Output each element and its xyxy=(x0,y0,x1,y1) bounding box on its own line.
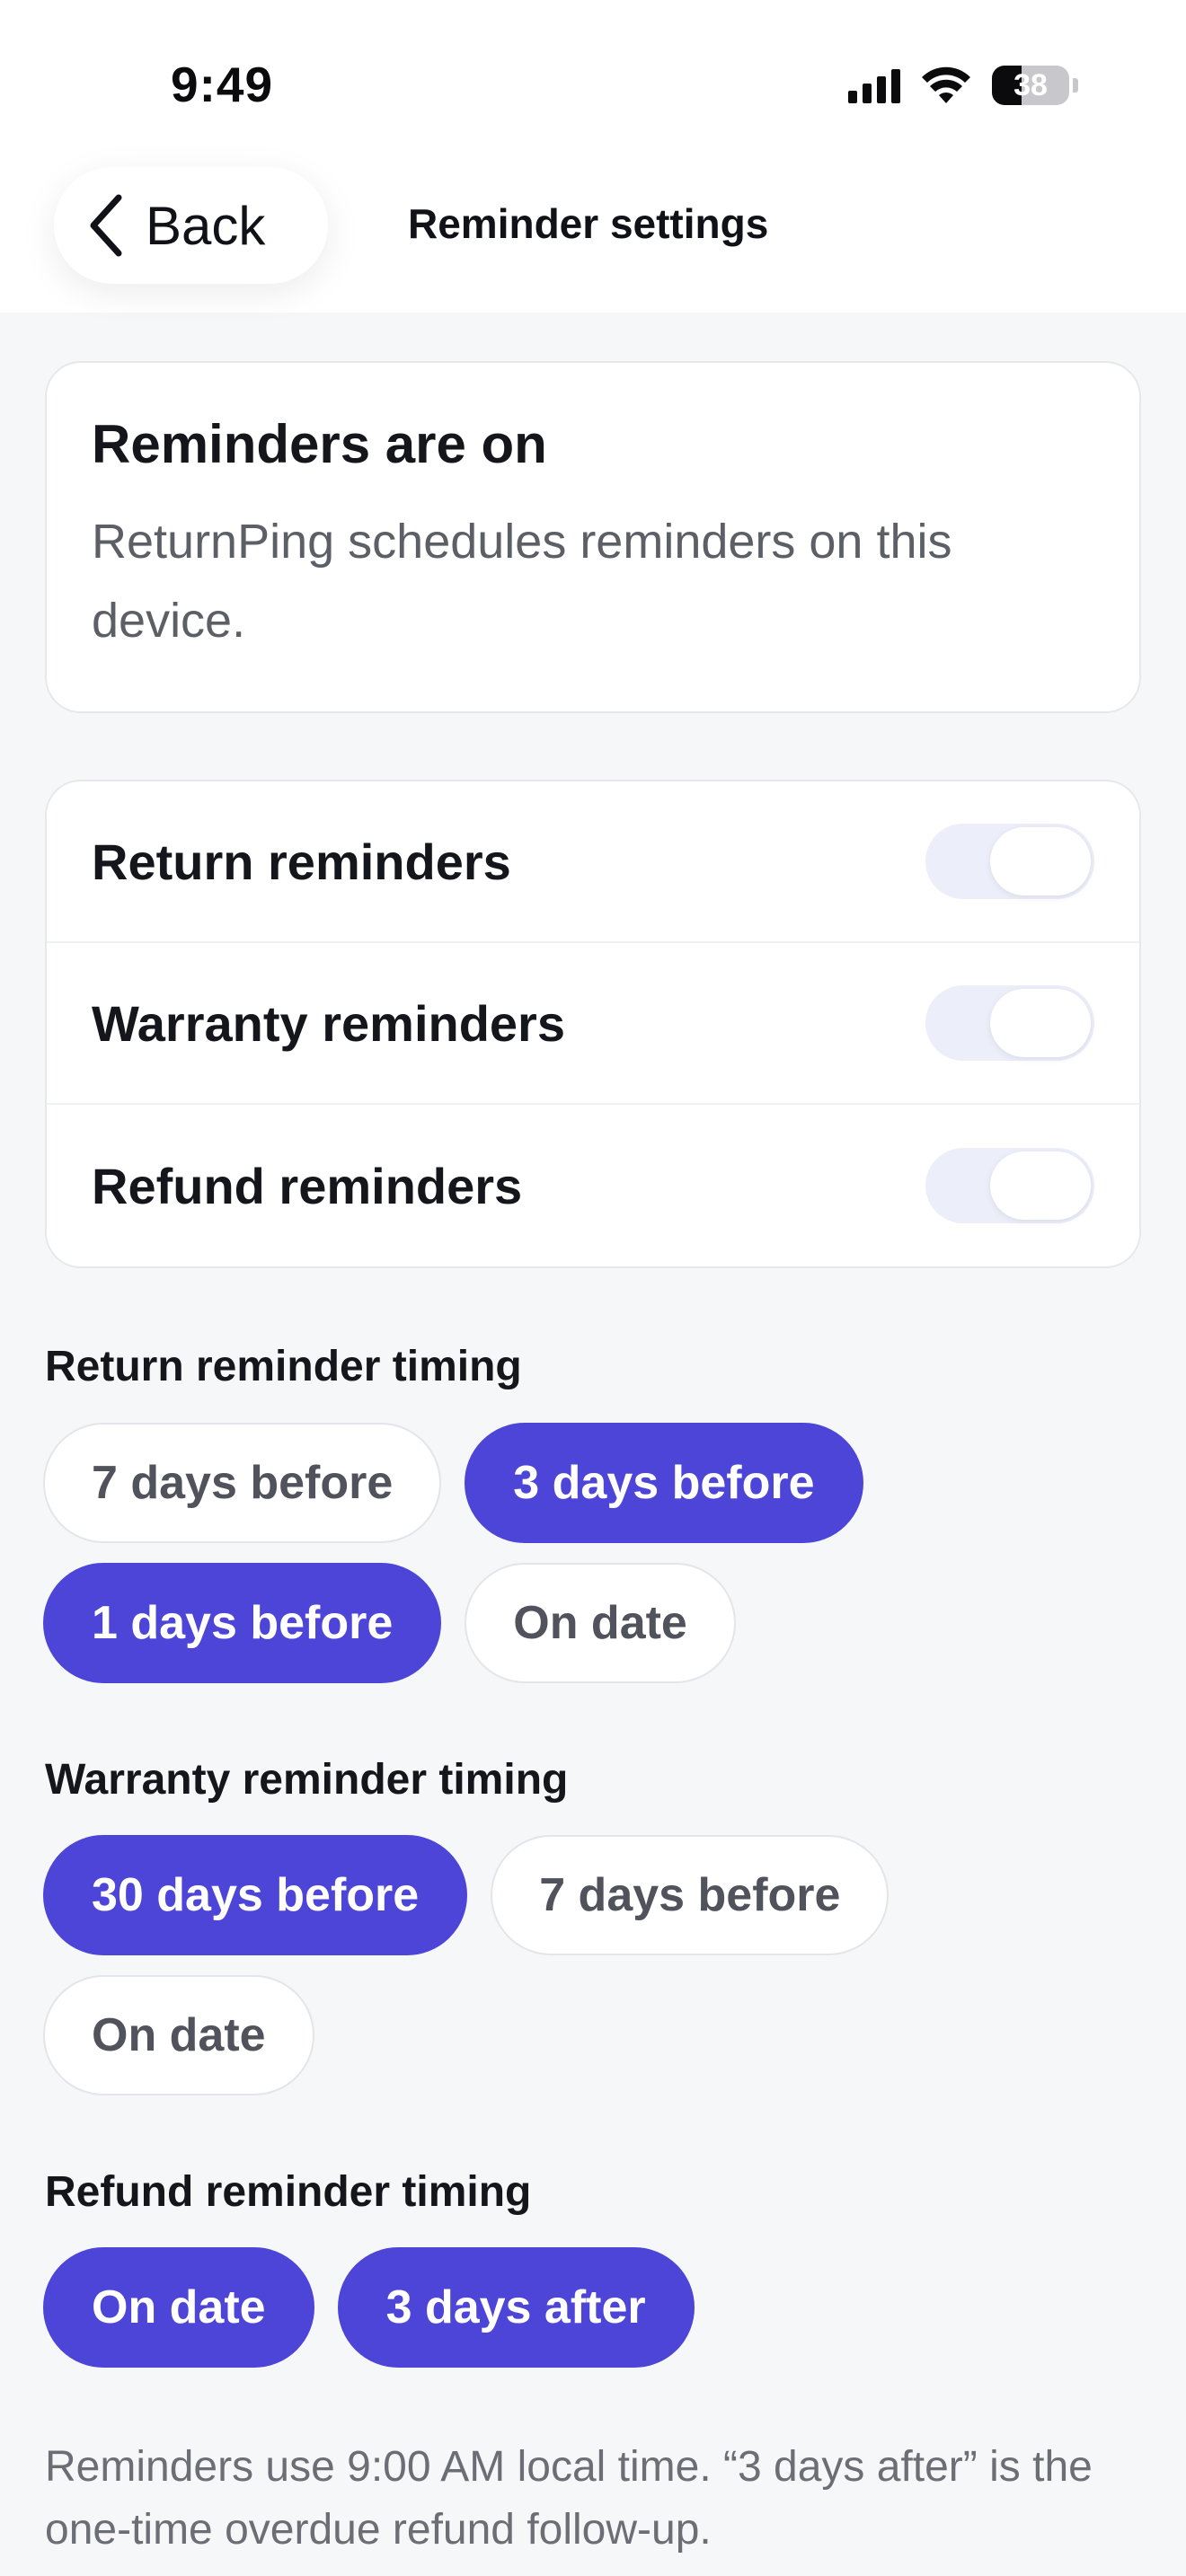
refund-timing-title: Refund reminder timing xyxy=(45,2168,532,2216)
reminders-status-card: Reminders are on ReturnPing schedules re… xyxy=(45,361,1141,713)
return-reminders-toggle[interactable] xyxy=(925,824,1094,899)
warranty-chip-on-date[interactable]: On date xyxy=(43,1975,314,2095)
back-button-label: Back xyxy=(146,195,266,256)
toggle-label-return: Return reminders xyxy=(92,833,511,890)
back-button[interactable]: Back xyxy=(54,167,328,284)
battery-cap xyxy=(1073,78,1078,93)
return-chip-on-date[interactable]: On date xyxy=(465,1563,736,1683)
status-bar-time: 9:49 xyxy=(171,57,274,112)
top-bar: 9:49 38 Back Reminder settings xyxy=(0,0,1186,313)
toggle-knob xyxy=(990,827,1091,895)
return-chip-1-days-before[interactable]: 1 days before xyxy=(43,1563,442,1683)
warranty-chip-30-days-before[interactable]: 30 days before xyxy=(43,1835,468,1955)
page-title: Reminder settings xyxy=(408,200,769,247)
refund-chip-on-date[interactable]: On date xyxy=(43,2247,314,2368)
warranty-chip-7-days-before[interactable]: 7 days before xyxy=(491,1835,890,1955)
reminder-settings-screen: 9:49 38 Back Reminder settings Reminders… xyxy=(0,0,1186,2576)
cellular-signal-icon xyxy=(848,67,900,103)
refund-chip-3-days-after[interactable]: 3 days after xyxy=(337,2247,695,2368)
wifi-icon xyxy=(922,66,970,103)
battery-level: 38 xyxy=(1013,67,1048,102)
toggle-row-refund: Refund reminders xyxy=(47,1105,1139,1266)
toggle-row-return: Return reminders xyxy=(47,781,1139,943)
status-bar-icons: 38 xyxy=(848,63,1078,108)
warranty-timing-chips: 30 days before 7 days before xyxy=(43,1835,890,1955)
status-card-title: Reminders are on xyxy=(92,414,547,474)
toggle-knob xyxy=(990,989,1091,1057)
toggle-row-warranty: Warranty reminders xyxy=(47,943,1139,1105)
timing-footnote: Reminders use 9:00 AM local time. “3 day… xyxy=(45,2443,1093,2554)
toggle-knob xyxy=(990,1151,1091,1220)
toggle-label-refund: Refund reminders xyxy=(92,1157,523,1214)
chevron-left-icon xyxy=(90,194,122,257)
refund-timing-chips: On date 3 days after xyxy=(43,2247,695,2368)
return-chip-7-days-before[interactable]: 7 days before xyxy=(43,1423,442,1543)
return-chip-3-days-before[interactable]: 3 days before xyxy=(465,1423,863,1543)
warranty-reminders-toggle[interactable] xyxy=(925,985,1094,1061)
refund-reminders-toggle[interactable] xyxy=(925,1148,1094,1223)
return-timing-chips-row-2: 1 days before On date xyxy=(43,1563,736,1683)
reminder-toggles-card: Return reminders Warranty reminders Refu… xyxy=(45,780,1141,1268)
warranty-timing-chips-row-2: On date xyxy=(43,1975,314,2095)
battery-icon: 38 xyxy=(992,66,1069,105)
warranty-timing-title: Warranty reminder timing xyxy=(45,1756,569,1804)
return-timing-title: Return reminder timing xyxy=(45,1343,522,1390)
status-card-description: ReturnPing schedules reminders on this d… xyxy=(92,515,952,648)
return-timing-chips: 7 days before 3 days before xyxy=(43,1423,863,1543)
toggle-label-warranty: Warranty reminders xyxy=(92,994,565,1052)
